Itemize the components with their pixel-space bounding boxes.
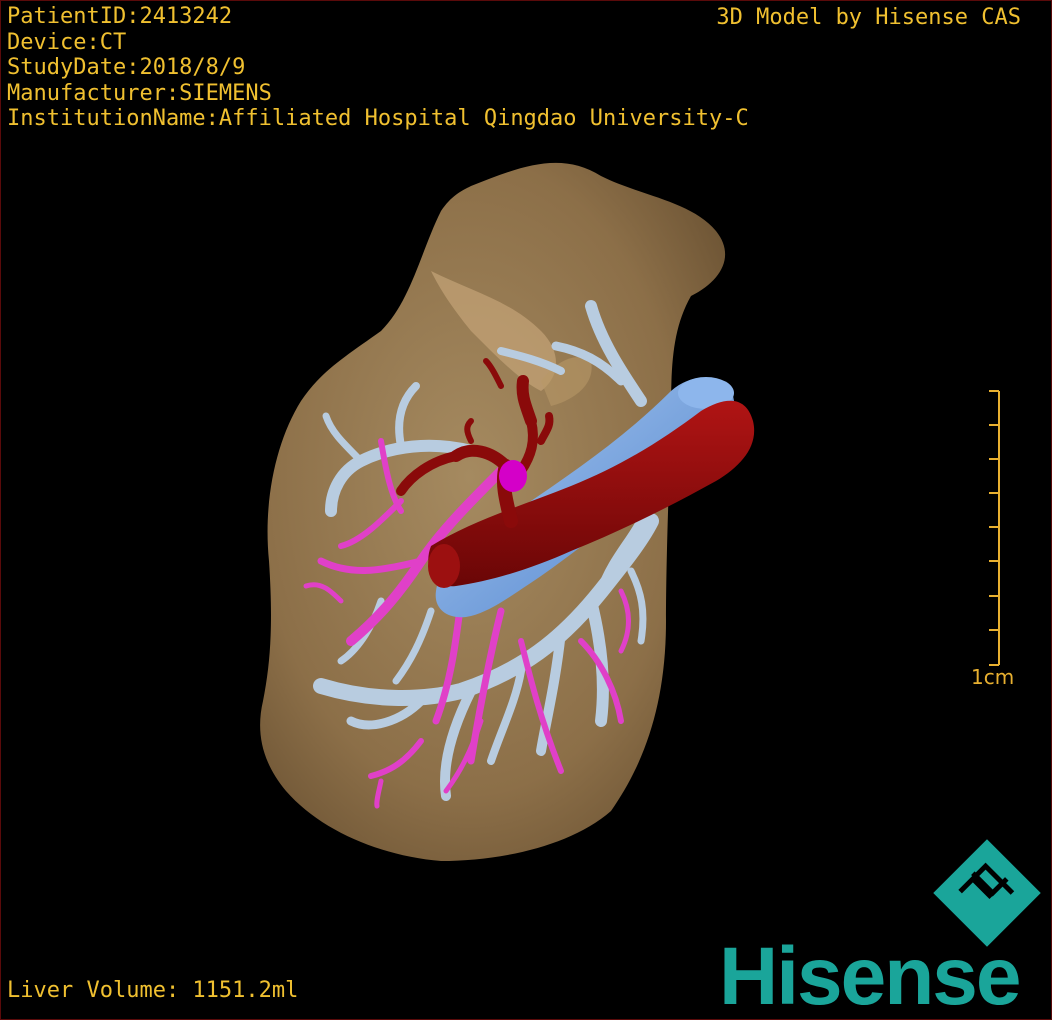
institution-name: InstitutionName:Affiliated Hospital Qing… <box>7 106 749 131</box>
model-credit: 3D Model by Hisense CAS <box>716 5 1021 30</box>
study-date: StudyDate:2018/8/9 <box>7 55 246 80</box>
device: Device:CT <box>7 29 127 55</box>
manufacturer: Manufacturer:SIEMENS <box>7 80 272 106</box>
liver-volume: Liver Volume: 1151.2ml <box>7 978 299 1003</box>
3d-viewport[interactable]: PatientID:2413242 Device:CT StudyDate:20… <box>0 0 1052 1020</box>
patient-id: PatientID:2413242 <box>7 4 233 29</box>
dicom-metadata-panel: PatientID:2413242 Device:CT StudyDate:20… <box>7 4 749 132</box>
scale-bar-icon <box>989 390 1000 666</box>
brand-wordmark: Hisense <box>719 931 1022 1020</box>
scale-label: 1cm <box>971 665 1015 689</box>
